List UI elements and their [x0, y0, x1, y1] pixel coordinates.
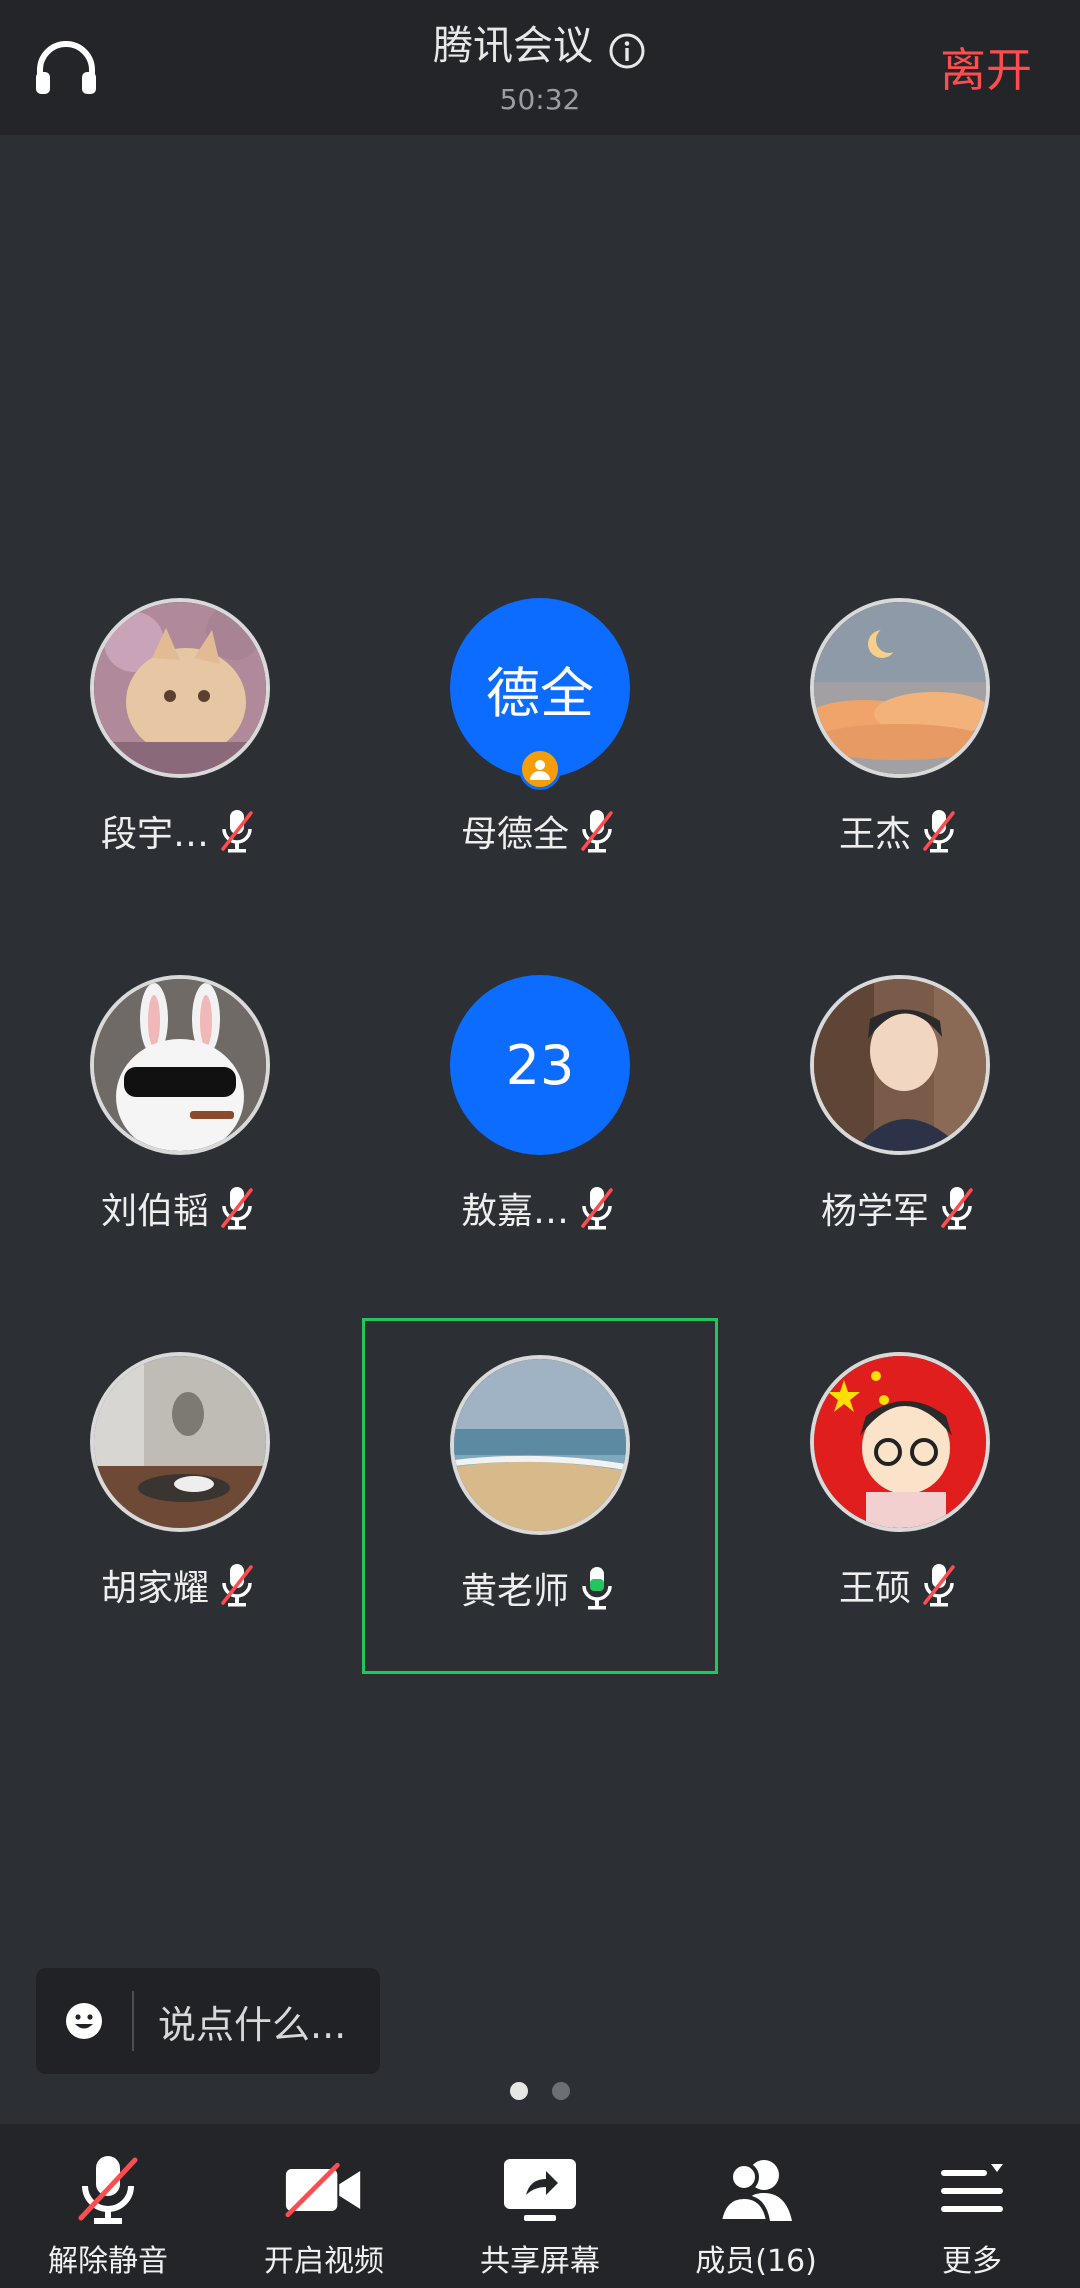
avatar — [90, 975, 270, 1155]
mic-muted-icon — [935, 1184, 979, 1232]
avatar — [450, 1355, 630, 1535]
bottom-toolbar: 解除静音 开启视频 共享屏幕 成员(16) 更多 — [0, 2124, 1080, 2288]
tool-label: 共享屏幕 — [480, 2244, 600, 2279]
tool-label: 更多 — [942, 2244, 1002, 2279]
participant-tile[interactable]: 23 敖嘉… — [362, 967, 718, 1323]
start-video-button[interactable]: 开启视频 — [216, 2124, 432, 2288]
avatar — [90, 1352, 270, 1532]
share-screen-button[interactable]: 共享屏幕 — [432, 2124, 648, 2288]
mic-active-icon — [575, 1564, 619, 1612]
participant-name: 胡家耀 — [100, 1568, 209, 1609]
mic-muted-icon — [917, 807, 961, 855]
participant-tile[interactable]: 胡家耀 — [2, 1344, 358, 1700]
mic-muted-icon — [215, 807, 259, 855]
members-button[interactable]: 成员(16) — [648, 2124, 864, 2288]
tool-label: 成员(16) — [695, 2244, 817, 2279]
avatar — [810, 975, 990, 1155]
participant-tile-speaking[interactable]: 黄老师 — [362, 1318, 718, 1674]
top-bar: 腾讯会议 50:32 离开 — [0, 0, 1080, 135]
page-dot[interactable] — [552, 2082, 570, 2100]
more-button[interactable]: 更多 — [864, 2124, 1080, 2288]
mic-muted-icon — [575, 807, 619, 855]
chat-input[interactable]: 说点什么... — [36, 1968, 380, 2074]
participant-name: 王硕 — [838, 1568, 911, 1609]
participant-tile[interactable]: 段宇… — [2, 590, 358, 946]
avatar-initials: 23 — [450, 975, 630, 1155]
emoji-icon[interactable] — [36, 1968, 132, 2074]
avatar — [90, 598, 270, 778]
participant-name: 杨学军 — [820, 1191, 929, 1232]
meeting-title: 腾讯会议 — [433, 23, 593, 69]
page-indicator — [0, 2082, 1080, 2100]
participant-tile[interactable]: 刘伯韬 — [2, 967, 358, 1323]
video-off-icon — [284, 2150, 364, 2230]
participant-name: 刘伯韬 — [100, 1191, 209, 1232]
meeting-timer: 50:32 — [499, 83, 581, 116]
participant-tile[interactable]: 德全 母德全 — [362, 590, 718, 946]
tool-label: 开启视频 — [264, 2244, 384, 2279]
mic-off-icon — [68, 2150, 148, 2230]
tool-label: 解除静音 — [48, 2244, 168, 2279]
info-icon[interactable] — [607, 26, 647, 69]
avatar — [810, 1352, 990, 1532]
participant-name: 段宇… — [100, 814, 209, 855]
page-dot-active[interactable] — [510, 2082, 528, 2100]
leave-button[interactable]: 离开 — [940, 38, 1032, 102]
mic-muted-icon — [575, 1184, 619, 1232]
more-menu-icon — [932, 2150, 1012, 2230]
mic-muted-icon — [215, 1561, 259, 1609]
participant-tile[interactable]: 王硕 — [722, 1344, 1078, 1700]
avatar — [810, 598, 990, 778]
chat-placeholder: 说点什么... — [158, 2002, 347, 2047]
mic-muted-icon — [215, 1184, 259, 1232]
mic-muted-icon — [917, 1561, 961, 1609]
participant-tile[interactable]: 杨学军 — [722, 967, 1078, 1323]
participant-name: 黄老师 — [460, 1571, 569, 1612]
members-icon — [716, 2150, 796, 2230]
host-icon — [519, 748, 561, 790]
participant-name: 敖嘉… — [460, 1191, 569, 1232]
participant-name: 王杰 — [838, 814, 911, 855]
participant-name: 母德全 — [460, 814, 569, 855]
share-screen-icon — [500, 2150, 580, 2230]
participant-tile[interactable]: 王杰 — [722, 590, 1078, 946]
unmute-button[interactable]: 解除静音 — [0, 2124, 216, 2288]
